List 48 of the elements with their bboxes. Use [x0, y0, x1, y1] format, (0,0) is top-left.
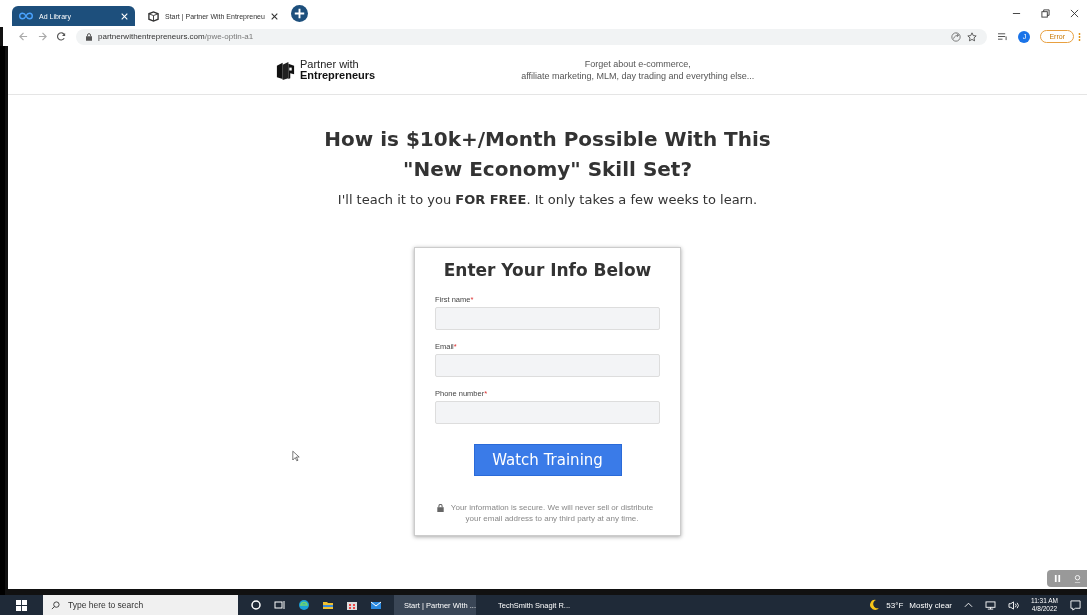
notification-icon[interactable] — [1070, 599, 1081, 611]
close-icon[interactable] — [1070, 9, 1079, 18]
edge-icon[interactable] — [298, 599, 310, 611]
url-text: partnerwithentrepreneurs.com/pwe-optin-a1 — [98, 32, 254, 41]
circle-icon[interactable] — [250, 599, 262, 611]
address-bar[interactable]: partnerwithentrepreneurs.com/pwe-optin-a1 — [76, 28, 988, 45]
mail-icon[interactable] — [370, 599, 382, 611]
lock-icon — [86, 32, 92, 41]
reload-icon[interactable] — [57, 32, 66, 41]
logo-icon — [275, 59, 296, 81]
logo-text: Entrepreneurs — [300, 70, 376, 81]
input-field[interactable] — [435, 401, 660, 424]
caret-up-icon[interactable] — [964, 602, 973, 608]
privacy-note: Your information is secure. We will never sell or distribute your email address to any third party at any time. — [449, 502, 655, 524]
headline: How is $10k+/Month Possible With This — [324, 126, 771, 153]
share-icon[interactable] — [951, 31, 962, 42]
lock-icon — [437, 504, 444, 512]
store-bag-icon[interactable] — [346, 599, 358, 611]
close-icon[interactable] — [270, 12, 278, 20]
tagline-text: affiliate marketing, MLM, day trading and everything else... — [521, 70, 755, 82]
search-placeholder: Type here to search — [68, 600, 144, 610]
recording-controls[interactable] — [1047, 570, 1087, 587]
speaker-icon[interactable] — [1008, 600, 1019, 610]
windows-start-icon[interactable] — [16, 599, 27, 611]
search-icon — [51, 600, 60, 610]
cube-logo-icon — [148, 10, 159, 22]
plus-icon[interactable] — [290, 5, 308, 22]
moon-icon — [868, 599, 881, 611]
form-title: Enter Your Info Below — [442, 260, 653, 280]
watch-training-button[interactable]: Watch Training — [473, 444, 622, 476]
reading-list-icon[interactable] — [997, 32, 1009, 41]
restore-icon[interactable] — [1041, 9, 1050, 18]
pause-icon[interactable] — [1053, 575, 1061, 582]
weather-text: Mostly clear — [909, 600, 952, 610]
star-icon[interactable] — [967, 31, 978, 42]
logo-text: Partner with — [300, 59, 360, 70]
folder-icon[interactable] — [322, 599, 334, 611]
headline: "New Economy" Skill Set? — [403, 156, 692, 183]
taskbar-search-field[interactable]: Type here to search — [43, 595, 238, 615]
subtitle: I'll teach it to you FOR FREE. It only takes a few weeks to learn. — [337, 192, 758, 207]
input-field[interactable] — [435, 354, 660, 377]
input-field[interactable] — [435, 307, 660, 330]
cursor-icon — [292, 450, 300, 462]
infinity-icon — [19, 12, 33, 20]
tagline-text: Forget about e-commerce, — [584, 58, 691, 70]
task-view-icon[interactable] — [274, 599, 286, 611]
network-icon[interactable] — [985, 600, 996, 610]
temperature: 53°F — [886, 600, 904, 610]
